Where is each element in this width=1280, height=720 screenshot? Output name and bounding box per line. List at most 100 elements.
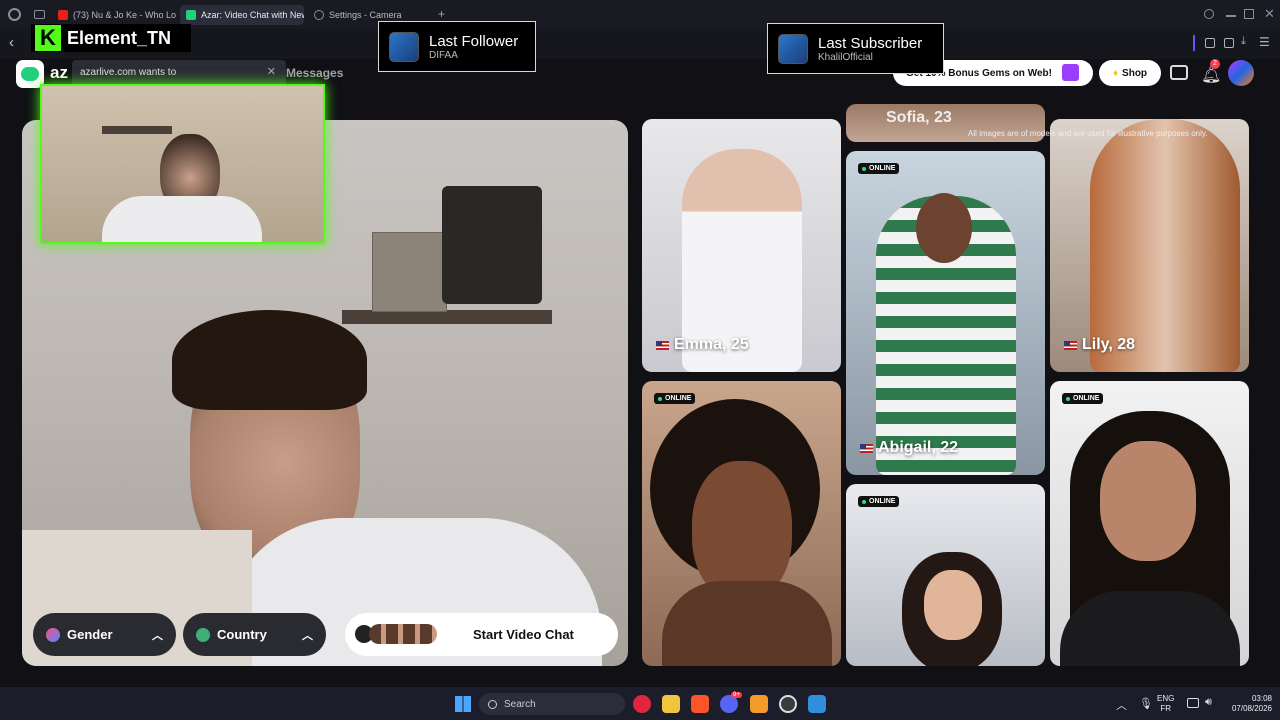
card-label: Abigail, 22 xyxy=(860,439,958,457)
time: 03:08 xyxy=(1251,694,1272,703)
youtube-icon xyxy=(58,10,68,20)
permission-popup: azarlive.com wants to ✕ xyxy=(72,60,286,86)
profile-card-abigail[interactable]: ONLINE Abigail, 22 xyxy=(846,151,1045,475)
follower-avatar xyxy=(389,31,419,62)
profile-card[interactable]: ONLINE xyxy=(846,484,1045,666)
search-icon xyxy=(488,699,497,709)
avatar-stack xyxy=(369,624,437,644)
date: 07/08/2026 xyxy=(1231,704,1272,713)
clock[interactable]: 03:08 07/08/2026 xyxy=(1222,694,1272,714)
extensions-icon[interactable] xyxy=(1205,38,1215,48)
online-badge: ONLINE xyxy=(858,496,900,507)
inbox-icon[interactable] xyxy=(1170,65,1188,80)
lang-bottom: FR xyxy=(1160,704,1171,713)
search-label: Search xyxy=(504,698,536,710)
opera-logo-icon[interactable] xyxy=(8,8,21,21)
browser-tab-bar: (73) Nu & Jo Ke - Who Love Azar: Video C… xyxy=(0,0,1280,29)
card-label: Lily, 28 xyxy=(1064,336,1135,354)
microphone-icon[interactable]: 🎙︎ xyxy=(1139,697,1153,710)
card-photo-body xyxy=(1060,591,1240,666)
taskbar-search[interactable]: Search xyxy=(479,693,625,715)
azar-icon xyxy=(186,10,196,20)
tab-label: Settings - Camera xyxy=(329,10,402,20)
tab-youtube[interactable]: (73) Nu & Jo Ke - Who Love xyxy=(52,5,176,25)
back-icon[interactable]: ‹ xyxy=(9,34,14,51)
online-badge: ONLINE xyxy=(654,393,696,404)
follower-title: Last Follower xyxy=(429,32,519,50)
subscriber-name: KhalilOfficial xyxy=(818,51,873,63)
diamond-icon: ♦ xyxy=(1112,67,1119,79)
profile-card[interactable]: ONLINE xyxy=(642,381,841,666)
opera-gx-icon[interactable] xyxy=(633,695,651,713)
tab-azar[interactable]: Azar: Video Chat with New xyxy=(180,5,304,25)
gender-filter-button[interactable]: Gender ︿ xyxy=(33,613,176,656)
chevron-up-icon[interactable]: ︿ xyxy=(1116,697,1127,713)
channel-overlay: K Element_TN xyxy=(31,24,191,52)
subscriber-title: Last Subscriber xyxy=(818,34,923,52)
chevron-up-icon: ︿ xyxy=(152,629,163,642)
maximize-icon[interactable] xyxy=(1244,9,1254,19)
close-icon[interactable]: ✕ xyxy=(267,65,276,78)
close-window-icon[interactable]: ✕ xyxy=(1264,6,1275,22)
person-hair xyxy=(172,310,367,410)
card-photo-face xyxy=(924,570,982,640)
photos-icon[interactable] xyxy=(808,695,826,713)
globe-icon xyxy=(196,627,210,642)
permission-text: azarlive.com wants to xyxy=(80,67,177,78)
webcam-shelf xyxy=(102,126,172,134)
us-flag-icon xyxy=(1064,340,1077,350)
shop-label: Shop xyxy=(1122,67,1148,79)
nav-messages[interactable]: Messages xyxy=(286,66,343,80)
start-label: Start Video Chat xyxy=(473,627,574,642)
discord-badge: 9+ xyxy=(731,692,742,698)
country-filter-button[interactable]: Country ︿ xyxy=(183,613,326,656)
minimize-icon[interactable] xyxy=(1226,15,1236,17)
avatar[interactable] xyxy=(1228,60,1254,86)
profile-card-lily[interactable]: Lily, 28 xyxy=(1050,119,1249,372)
app-icon[interactable] xyxy=(750,695,768,713)
shop-button[interactable]: ♦ Shop xyxy=(1099,60,1161,86)
card-label: Emma, 25 xyxy=(656,336,749,354)
channel-name: Element_TN xyxy=(67,27,172,48)
box xyxy=(372,232,447,312)
last-subscriber-overlay: Last Subscriber KhalilOfficial xyxy=(767,23,944,74)
language-indicator[interactable]: ENG FR xyxy=(1157,694,1174,714)
card-photo-body xyxy=(662,581,832,666)
share-icon[interactable] xyxy=(1224,38,1234,48)
volume-icon[interactable]: 🔊︎ xyxy=(1205,696,1212,709)
card-photo-face xyxy=(692,461,792,601)
azar-logo-icon xyxy=(21,67,39,81)
shelf xyxy=(342,310,552,324)
gender-icon xyxy=(46,627,60,642)
new-tab-button[interactable]: + xyxy=(438,7,445,21)
tab-menu-icon[interactable] xyxy=(34,10,45,19)
country-label: Country xyxy=(217,627,267,642)
obs-icon[interactable] xyxy=(779,695,797,713)
gift-icon xyxy=(1062,64,1079,81)
card-photo xyxy=(1090,119,1240,372)
logo-text: az xyxy=(50,63,68,82)
subscriber-avatar xyxy=(778,33,808,64)
online-badge: ONLINE xyxy=(858,163,900,174)
tab-label: Azar: Video Chat with New xyxy=(201,10,304,20)
profile-card[interactable]: ONLINE xyxy=(1050,381,1249,666)
file-explorer-icon[interactable] xyxy=(662,695,680,713)
card-label: Sofia, 23 xyxy=(886,109,952,126)
lang-top: ENG xyxy=(1157,694,1175,703)
card-photo-head xyxy=(916,193,972,263)
card-photo-face xyxy=(1100,441,1196,561)
windows-start-icon[interactable] xyxy=(455,696,471,712)
search-tabs-icon[interactable] xyxy=(1204,9,1214,19)
menu-icon[interactable]: ☰ xyxy=(1259,35,1270,49)
wall-sign xyxy=(442,186,542,304)
download-icon[interactable]: ⤓ xyxy=(1241,35,1246,48)
webcam-person-shirt xyxy=(102,196,262,242)
profile-card-emma[interactable]: Emma, 25 xyxy=(642,119,841,372)
browser-address-bar: ‹ ⤓ ☰ xyxy=(0,29,1280,59)
follower-name: DIFAA xyxy=(429,49,458,61)
start-video-chat-button[interactable]: Start Video Chat xyxy=(345,613,618,656)
disclaimer-text: All images are of models and are used fo… xyxy=(968,129,1208,138)
brave-icon[interactable] xyxy=(691,695,709,713)
network-icon[interactable] xyxy=(1187,698,1199,708)
us-flag-icon xyxy=(860,443,873,453)
